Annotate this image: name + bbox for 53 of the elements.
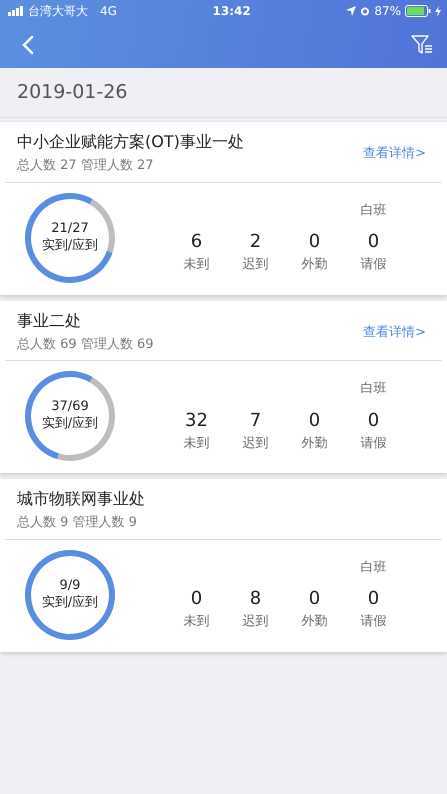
stat-value: 0 [366,230,380,254]
network-type: 4G [100,3,117,20]
stat-value: 6 [190,230,204,254]
stat-label: 迟到 [242,256,270,274]
stat-label: 外勤 [300,256,328,274]
alarm-icon [360,6,370,16]
stat-label: 未到 [182,613,210,631]
date-label: 2019-01-26 [17,80,128,106]
stat-label: 迟到 [242,434,270,452]
attendance-ratio: 21/27 [51,220,89,238]
department-name: 城市物联网事业处 [17,488,145,510]
stat-label: 未到 [182,256,210,274]
battery-percent: 87% [374,3,401,20]
status-time: 13:42 [212,3,251,20]
stat-value: 2 [248,230,262,254]
stat-label: 请假 [360,434,388,452]
attendance-ratio: 9/9 [60,578,80,594]
stat-value: 32 [184,408,209,432]
battery-icon [405,5,431,17]
view-details-link[interactable]: 查看详情> [363,144,426,164]
attendance-ratio: 37/69 [51,399,89,416]
department-name: 中小企业赋能方案(OT)事业一处 [17,131,244,153]
stat-label: 请假 [360,256,388,274]
stat-value: 0 [308,408,322,432]
stat-value: 0 [366,408,380,432]
filter-icon[interactable] [411,35,433,55]
ratio-label: 实到/应到 [42,238,98,254]
department-summary: 总人数 9 管理人数 9 [17,514,138,532]
stat-value: 7 [248,408,262,432]
stat-label: 请假 [360,613,388,631]
stat-label: 未到 [182,434,210,452]
department-summary: 总人数 69 管理人数 69 [17,336,154,354]
view-details-link[interactable]: 查看详情> [363,322,426,342]
stat-value: 0 [308,230,322,254]
location-icon [346,6,356,16]
stat-label: 外勤 [300,434,328,452]
department-name: 事业二处 [17,310,82,332]
shift-label: 白班 [360,202,388,220]
stat-label: 外勤 [300,613,328,631]
stat-label: 迟到 [242,613,270,631]
carrier-name: 台湾大哥大 [28,3,88,20]
stat-value: 0 [190,587,204,611]
back-icon[interactable] [22,35,34,55]
shift-label: 白班 [360,380,388,398]
stat-value: 0 [366,587,380,611]
ratio-label: 实到/应到 [42,594,98,612]
stat-value: 0 [308,587,322,611]
shift-label: 白班 [360,558,388,576]
charging-icon [435,6,441,16]
department-summary: 总人数 27 管理人数 27 [17,157,154,175]
signal-icon [8,6,24,16]
stat-value: 8 [248,587,262,611]
ratio-label: 实到/应到 [42,416,98,433]
